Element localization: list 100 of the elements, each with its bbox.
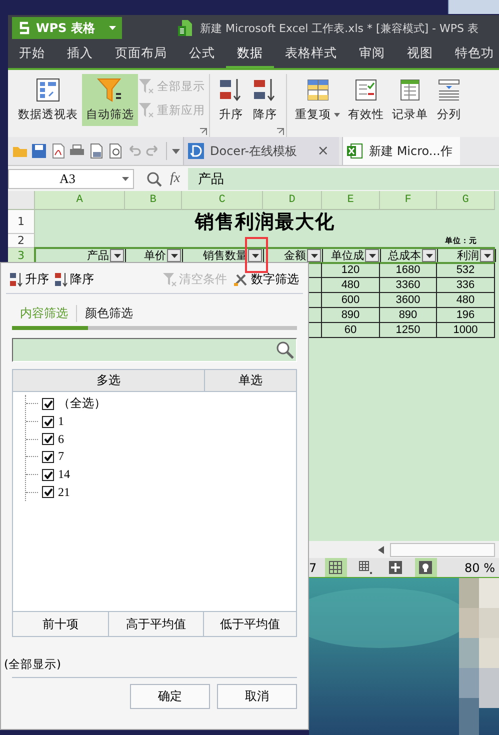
caret-icon bbox=[426, 254, 432, 258]
filter-dropdown-button[interactable] bbox=[422, 249, 436, 262]
window-edge bbox=[448, 0, 499, 14]
ribbon-button[interactable]: 有效性 bbox=[344, 74, 388, 126]
preview-icon[interactable] bbox=[107, 143, 123, 159]
filter-dropdown-button[interactable] bbox=[365, 249, 379, 262]
print-preview-icon[interactable] bbox=[88, 143, 104, 159]
quick-filter-button[interactable]: 前十项 bbox=[13, 612, 109, 636]
app-menu-button[interactable]: WPS 表格 bbox=[12, 17, 122, 39]
header-cell-text: 利润 bbox=[456, 249, 479, 262]
checkmark-icon bbox=[44, 400, 52, 408]
search-icon bbox=[276, 341, 294, 359]
filter-action[interactable]: 降序 bbox=[55, 270, 94, 288]
menu-tab[interactable]: 插入 bbox=[56, 41, 104, 68]
sheet-title: 销售利润最大化 bbox=[193, 210, 336, 234]
funnel-reapply-icon bbox=[138, 102, 154, 118]
caret-icon bbox=[122, 176, 129, 180]
scroll-left-icon[interactable] bbox=[378, 546, 384, 554]
grid-icon bbox=[359, 561, 372, 574]
table-cell: 1680 bbox=[380, 263, 437, 278]
filter-action[interactable]: 数字筛选 bbox=[233, 270, 299, 288]
ribbon-button[interactable]: 重复项 bbox=[291, 74, 344, 126]
document-tab[interactable]: Docer-在线模板 × bbox=[183, 137, 339, 165]
save-icon[interactable] bbox=[31, 143, 47, 159]
item-label: 14 bbox=[58, 467, 70, 482]
checkbox[interactable] bbox=[42, 433, 54, 446]
grid-icon bbox=[329, 561, 342, 574]
ribbon-button[interactable]: 降序 bbox=[248, 74, 282, 126]
caret-icon bbox=[310, 254, 318, 258]
list-header[interactable]: 单选 bbox=[205, 370, 296, 391]
bulb-button[interactable] bbox=[414, 558, 437, 577]
split-columns-icon bbox=[436, 77, 462, 103]
cancel-button[interactable]: 取消 bbox=[217, 684, 297, 709]
list-header[interactable]: 多选 bbox=[13, 370, 205, 391]
header-cell-text: 产品 bbox=[86, 249, 109, 262]
filter-action[interactable]: 升序 bbox=[10, 270, 49, 288]
row-header[interactable]: 1 bbox=[8, 210, 35, 234]
window-title: 新建 Microsoft Excel 工作表.xls * [兼容模式] - WPS 表 bbox=[200, 20, 479, 36]
filter-dropdown-button[interactable] bbox=[307, 249, 321, 262]
checkbox[interactable] bbox=[42, 468, 54, 481]
ribbon-button[interactable]: 数据透视表 bbox=[14, 74, 82, 126]
function-button[interactable]: fx bbox=[170, 170, 180, 186]
filter-dropdown-button[interactable] bbox=[248, 249, 262, 262]
checkmark-icon bbox=[44, 418, 52, 426]
table-cell: 3360 bbox=[380, 278, 437, 293]
funnel-clear-icon bbox=[162, 272, 177, 286]
scrollbar-thumb[interactable] bbox=[390, 542, 495, 556]
table-cell: 600 bbox=[322, 293, 380, 308]
quick-filter-button[interactable]: 高于平均值 bbox=[109, 612, 204, 636]
normal-view-button[interactable] bbox=[324, 558, 347, 577]
menu-tab[interactable]: 页面布局 bbox=[104, 41, 178, 68]
menu-tab[interactable]: 开始 bbox=[8, 41, 56, 68]
item-label: （全选） bbox=[58, 395, 106, 412]
filter-dropdown-button[interactable] bbox=[167, 249, 181, 262]
search-field[interactable] bbox=[12, 338, 297, 362]
ribbon-button[interactable]: 升序 bbox=[214, 74, 248, 126]
plus-icon bbox=[389, 561, 402, 574]
checkbox[interactable] bbox=[42, 398, 54, 410]
highlight-frame bbox=[245, 237, 268, 273]
menu-tab[interactable]: 表格样式 bbox=[274, 41, 348, 68]
caret-icon[interactable] bbox=[172, 148, 180, 154]
ok-button[interactable]: 确定 bbox=[130, 684, 210, 709]
menu-tab[interactable]: 视图 bbox=[396, 41, 444, 68]
checkbox[interactable] bbox=[42, 416, 54, 428]
pivot-table-icon bbox=[35, 77, 61, 103]
checkbox[interactable] bbox=[42, 450, 54, 463]
zoom-level: 80 % bbox=[464, 560, 496, 574]
quick-filter-button[interactable]: 低于平均值 bbox=[204, 612, 296, 636]
caret-icon bbox=[109, 26, 116, 30]
pdf-icon[interactable] bbox=[50, 143, 66, 159]
table-cell: 3600 bbox=[380, 293, 437, 308]
header-cell-text: 总成本 bbox=[387, 249, 421, 262]
item-label: 7 bbox=[58, 449, 64, 464]
item-label: 1 bbox=[58, 414, 64, 429]
table-cell: 890 bbox=[380, 308, 437, 323]
filter-dropdown-button[interactable] bbox=[480, 249, 494, 262]
caret-icon bbox=[114, 254, 120, 258]
formula-field[interactable]: 产品 bbox=[188, 168, 499, 190]
ribbon-button[interactable]: 自动筛选 bbox=[82, 74, 138, 126]
highlighted-table-icon bbox=[304, 77, 330, 103]
ribbon-button[interactable]: 分列 bbox=[432, 74, 466, 126]
close-button[interactable]: × bbox=[315, 143, 331, 159]
zoom-icon[interactable] bbox=[146, 170, 162, 186]
caret-icon bbox=[368, 254, 376, 258]
name-box[interactable]: A3 bbox=[8, 168, 134, 188]
table-cell: 480 bbox=[437, 293, 495, 308]
filter-dropdown-button[interactable] bbox=[110, 249, 124, 262]
funnel-clear-icon bbox=[138, 78, 154, 94]
menu-tab[interactable]: 公式 bbox=[178, 41, 226, 68]
filter-tab[interactable]: 颜色筛选 bbox=[77, 304, 141, 322]
table-cell: 480 bbox=[322, 278, 380, 293]
page-number: 7 bbox=[309, 560, 317, 574]
menu-tab[interactable]: 特色功 bbox=[444, 41, 499, 68]
ribbon-button[interactable]: 记录单 bbox=[388, 74, 432, 126]
lightbulb-icon bbox=[419, 561, 432, 574]
spreadsheet-file-icon bbox=[347, 143, 363, 159]
menu-tab[interactable]: 审阅 bbox=[348, 41, 396, 68]
row-header[interactable]: 2 bbox=[8, 234, 35, 248]
checkbox[interactable] bbox=[42, 486, 54, 498]
document-tab[interactable]: 新建 Micro...作 bbox=[342, 137, 460, 165]
